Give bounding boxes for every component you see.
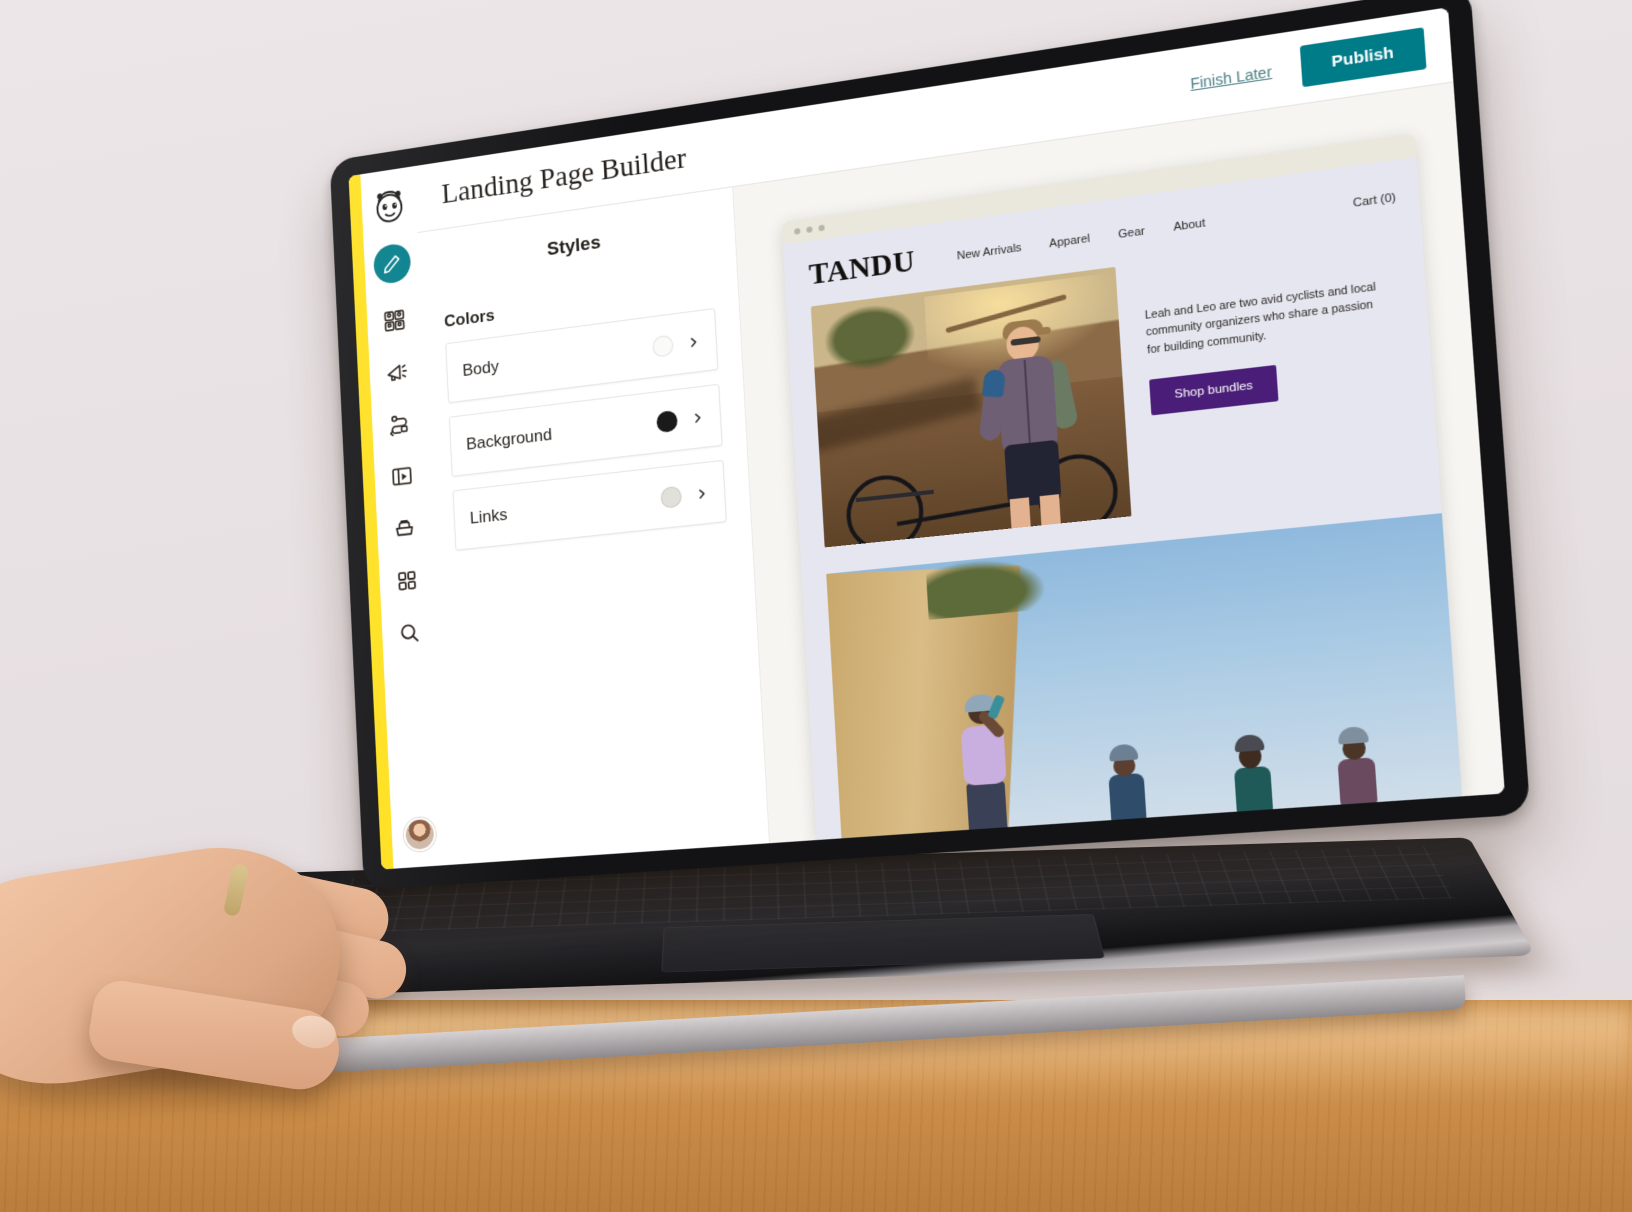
cart-link[interactable]: Cart (0) — [1352, 191, 1396, 210]
main-column: Landing Page Builder Finish Later Publis… — [414, 7, 1505, 865]
hand-on-trackpad — [0, 820, 500, 1120]
color-row-label: Links — [469, 504, 508, 528]
site-nav-links[interactable]: New Arrivals Apparel Gear About — [957, 216, 1206, 262]
styles-panel: Styles Colors Body Background Links — [417, 187, 770, 865]
color-swatch-links[interactable] — [660, 485, 683, 509]
styles-panel-title: Styles — [546, 232, 602, 261]
figure-cyclist-2 — [1100, 743, 1153, 827]
landing-page-preview: TANDU New Arrivals Apparel Gear About Ca… — [782, 157, 1463, 841]
site-brand-logo: TANDU — [808, 244, 917, 292]
sidebar-item-campaigns[interactable] — [381, 354, 414, 391]
preview-browser-frame: TANDU New Arrivals Apparel Gear About Ca… — [781, 133, 1463, 841]
nav-link-gear[interactable]: Gear — [1118, 225, 1146, 241]
color-row-links[interactable]: Links — [452, 459, 727, 551]
mailchimp-freddie-logo[interactable] — [370, 183, 408, 227]
hero-copy: Leah and Leo are two avid cyclists and l… — [1142, 230, 1415, 513]
laptop-trackpad[interactable] — [661, 914, 1105, 973]
browser-dot-close-icon — [794, 227, 801, 235]
laptop-lid: Landing Page Builder Finish Later Publis… — [329, 0, 1531, 891]
search-icon[interactable] — [393, 615, 426, 651]
sidebar-item-audience[interactable] — [378, 302, 411, 339]
sidebar-item-automations[interactable] — [383, 406, 416, 443]
color-row-label: Background — [465, 424, 553, 454]
laptop-screen: Landing Page Builder Finish Later Publis… — [348, 7, 1505, 870]
chevron-right-icon[interactable] — [695, 486, 709, 500]
browser-dot-maximize-icon — [818, 224, 825, 232]
chevron-right-icon[interactable] — [691, 410, 705, 424]
sidebar-item-create[interactable] — [372, 241, 411, 286]
color-swatch-background[interactable] — [656, 409, 678, 433]
figure-cyclist-4 — [1328, 725, 1384, 811]
hero-image-cyclist — [810, 266, 1132, 548]
sidebar-item-apps[interactable] — [391, 562, 424, 598]
preview-canvas: TANDU New Arrivals Apparel Gear About Ca… — [733, 82, 1505, 844]
nav-link-about[interactable]: About — [1173, 216, 1206, 233]
sidebar-item-content[interactable] — [386, 458, 419, 494]
figure-cyclist-3 — [1224, 733, 1281, 819]
browser-dot-minimize-icon — [806, 226, 813, 234]
chevron-right-icon[interactable] — [687, 334, 701, 349]
figure-drinking-water — [951, 693, 1017, 839]
nav-link-new-arrivals[interactable]: New Arrivals — [957, 241, 1022, 262]
finish-later-link[interactable]: Finish Later — [1190, 63, 1273, 92]
nav-link-apparel[interactable]: Apparel — [1049, 232, 1091, 250]
sidebar-item-store[interactable] — [388, 510, 421, 546]
color-swatch-body[interactable] — [652, 333, 674, 358]
color-row-label: Body — [462, 356, 500, 380]
publish-button[interactable]: Publish — [1299, 27, 1427, 88]
shop-bundles-button[interactable]: Shop bundles — [1149, 364, 1279, 416]
hero-paragraph: Leah and Leo are two avid cyclists and l… — [1144, 280, 1377, 357]
